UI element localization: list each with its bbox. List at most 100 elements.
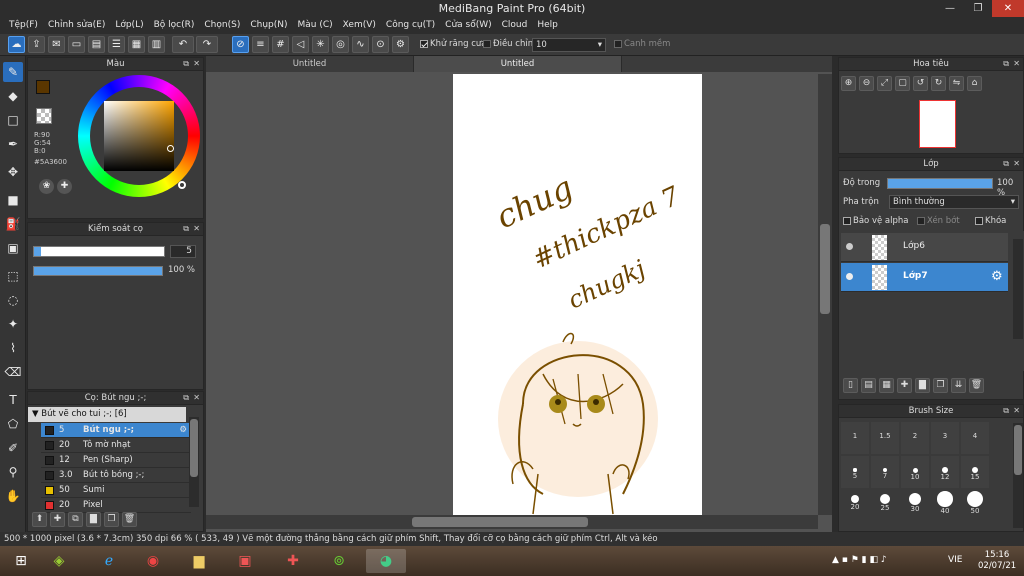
palette-add-icon[interactable]: ✚ [57,179,72,194]
perspective-snap-icon[interactable]: ◁ [292,36,309,53]
layer-row[interactable]: Lớp7 ⚙ [841,263,1008,292]
trash-icon[interactable]: 🗑 [969,378,984,393]
popout-icon[interactable]: ⧉ [183,58,189,70]
brush-opacity-slider[interactable] [33,266,163,276]
brush-size-option[interactable]: 1 [841,422,869,454]
document-icon[interactable]: ▤ [88,36,105,53]
move-tool-icon[interactable]: ✥ [3,162,23,182]
popout-icon[interactable]: ⧉ [183,392,189,404]
menu-snap[interactable]: Chụp(N) [245,18,292,34]
circle-snap-icon[interactable]: ◎ [332,36,349,53]
new-layer-icon[interactable]: ▯ [843,378,858,393]
close-button[interactable]: ✕ [992,0,1024,17]
fit-icon[interactable]: ⤢ [877,76,892,91]
menu-help[interactable]: Help [532,18,563,34]
camscanner-icon[interactable]: ⊚ [322,549,356,573]
eyedropper-icon[interactable]: ✐ [3,438,23,458]
no-snap-icon[interactable]: ⊘ [232,36,249,53]
trash-icon[interactable]: 🗑 [122,512,137,527]
brush-size-option[interactable]: 1.5 [871,422,899,454]
folder-icon[interactable]: ▇ [86,512,101,527]
actual-size-icon[interactable]: ▢ [895,76,910,91]
gear-icon[interactable]: ⚙ [991,269,1003,284]
brush-list-item[interactable]: 20 Tô mờ nhạt [41,438,191,453]
menu-file[interactable]: Tệp(F) [4,18,43,34]
text-tool-icon[interactable]: T [3,390,23,410]
brush-list-scrollbar[interactable] [189,417,199,507]
eye-icon[interactable] [846,273,853,280]
rotate-right-icon[interactable]: ↻ [931,76,946,91]
antialias-toggle[interactable]: Khử răng cưa [420,39,487,49]
canvas-vertical-scrollbar[interactable] [818,74,832,515]
radial-snap-icon[interactable]: ✳ [312,36,329,53]
restore-button[interactable]: ❐ [964,0,992,17]
gradient-tool-icon[interactable]: ▣ [3,238,23,258]
pages-icon[interactable]: ▥ [148,36,165,53]
divide-tool-icon[interactable]: ⬠ [3,414,23,434]
brush-tool-icon[interactable]: ✎ [3,62,23,82]
snap-checkbox[interactable] [614,39,622,48]
grid-snap-icon[interactable]: # [272,36,289,53]
popout-icon[interactable]: ⧉ [1003,405,1009,417]
brush-group-header[interactable]: ▼ Bút vẽ cho tui ;-; [6] [28,407,186,422]
brush-list-item[interactable]: 5 Bút ngu ;-; ⚙ [41,423,191,438]
close-icon[interactable]: ✕ [1013,158,1020,170]
close-icon[interactable]: ✕ [1013,405,1020,417]
menu-layer[interactable]: Lớp(L) [110,18,148,34]
curve-snap-icon[interactable]: ∿ [352,36,369,53]
menu-window[interactable]: Cửa sổ(W) [440,18,496,34]
brush-list-item[interactable]: 3.0 Bút tô bóng ;-; [41,468,191,483]
eye-icon[interactable] [846,243,853,250]
parallel-snap-icon[interactable]: ≡ [252,36,269,53]
minimize-button[interactable]: — [936,0,964,17]
cloud-icon[interactable]: ☁ [8,36,25,53]
brush-list-item[interactable]: 20 Pixel [41,498,191,513]
lasso-tool-icon[interactable]: ◌ [3,290,23,310]
clock[interactable]: 15:16 02/07/21 [978,550,1016,572]
popout-icon[interactable]: ⧉ [183,223,189,235]
brush-size-option[interactable]: 10 [901,456,929,488]
comment-icon[interactable]: ✉ [48,36,65,53]
popout-icon[interactable]: ⧉ [1003,158,1009,170]
new-layer-1bit-icon[interactable]: ▦ [879,378,894,393]
menu-tools[interactable]: Công cụ(T) [381,18,440,34]
brush-size-slider[interactable] [33,246,165,257]
brush-size-option[interactable]: 15 [961,456,989,488]
folder-icon[interactable]: ▇ [915,378,930,393]
fill-shape-icon[interactable]: ■ [3,190,23,210]
chat-icon[interactable]: ▭ [68,36,85,53]
tab-untitled-1[interactable]: Untitled [206,56,414,72]
windows-start-icon[interactable]: ⊞ [4,549,38,573]
brush-copy-icon[interactable]: ⧉ [68,512,83,527]
brush-size-option[interactable]: 7 [871,456,899,488]
foreground-color-swatch[interactable] [36,80,50,94]
popout-icon[interactable]: ⧉ [1003,58,1009,70]
brush-size-option[interactable]: 50 [961,490,989,522]
blend-select[interactable]: Bình thường ▾ [889,195,1019,209]
palette-icon[interactable]: ❀ [39,179,54,194]
select-rect-icon[interactable]: ⬚ [3,266,23,286]
reset-view-icon[interactable]: ⌂ [967,76,982,91]
brush-size-value[interactable]: 5 [170,245,196,258]
close-icon[interactable]: ✕ [193,392,200,404]
layer-list-scrollbar[interactable] [1013,239,1023,339]
tab-untitled-2[interactable]: Untitled [414,56,622,72]
canvas-horizontal-scrollbar[interactable] [206,515,818,529]
zoom-in-icon[interactable]: ⊕ [841,76,856,91]
snap-toggle[interactable]: Canh mềm [614,39,670,49]
layer-row[interactable]: Lớp6 [841,233,1008,262]
hand-tool-icon[interactable]: ✋ [3,486,23,506]
brush-size-option[interactable]: 20 [841,490,869,522]
medibang-icon[interactable]: ◕ [366,549,406,573]
brush-size-option[interactable]: 2 [901,422,929,454]
brush-size-option[interactable]: 3 [931,422,959,454]
lock-toggle[interactable]: Khóa [975,216,1006,226]
brush-size-option[interactable]: 30 [901,490,929,522]
language-indicator[interactable]: VIE [948,555,963,565]
eraser-tool-icon[interactable]: ◆ [3,86,23,106]
menu-filter[interactable]: Bộ lọc(R) [149,18,200,34]
undo-icon[interactable]: ↶ [172,36,194,53]
brush-size-option[interactable]: 5 [841,456,869,488]
drawing-canvas[interactable]: chug #thickpza 7 chugkj [453,74,702,515]
navigator-preview[interactable] [919,100,956,148]
